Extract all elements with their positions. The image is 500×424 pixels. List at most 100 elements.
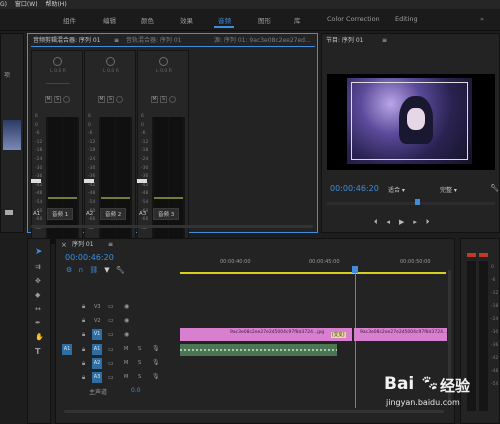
workspace-tab-audio[interactable]: 音频: [218, 15, 231, 25]
solo-track-button[interactable]: S: [138, 360, 141, 366]
mute-button[interactable]: M: [45, 96, 52, 103]
nest-icon[interactable]: ⚙: [66, 266, 78, 274]
record-icon[interactable]: [63, 96, 70, 103]
workspace-tab-color-correction[interactable]: Color Correction: [327, 15, 380, 23]
pen-tool-icon[interactable]: ✒: [35, 319, 41, 327]
zoom-select[interactable]: 适合 ▾: [388, 185, 405, 194]
lock-icon[interactable]: 🔒︎: [82, 374, 85, 382]
menu-clipped[interactable]: G): [0, 1, 7, 8]
menu-window[interactable]: 窗口(W): [15, 1, 38, 8]
eye-icon[interactable]: ◉: [124, 331, 129, 338]
lock-icon[interactable]: 🔒︎: [82, 331, 85, 339]
program-timecode[interactable]: 00:00:46:20: [330, 184, 379, 193]
solo-track-button[interactable]: S: [138, 346, 141, 352]
video-clip-2[interactable]: 9ac3e08c2ee27e2d5004c97f8d3724...jpg: [354, 328, 454, 341]
lock-icon[interactable]: 🔒︎: [82, 360, 85, 368]
linked-icon[interactable]: ⛓: [89, 266, 104, 274]
playhead-handle[interactable]: [352, 266, 358, 273]
marker-icon[interactable]: ▼: [104, 266, 115, 274]
channel-name-a3[interactable]: 音频 3: [153, 208, 180, 220]
panel-menu-icon[interactable]: ≡: [382, 37, 387, 44]
track-label-a3[interactable]: A3: [92, 372, 102, 383]
pan-knob[interactable]: [159, 57, 168, 66]
channel-name-a2[interactable]: 音频 2: [100, 208, 127, 220]
close-icon[interactable]: ×: [61, 241, 67, 249]
workspace-overflow-icon[interactable]: »: [480, 15, 484, 23]
play-icon[interactable]: ▶: [399, 218, 413, 226]
workspace-tab-editing-en[interactable]: Editing: [395, 15, 418, 23]
panel-menu-icon[interactable]: ≡: [108, 241, 113, 248]
record-icon[interactable]: [169, 96, 176, 103]
mixer-tab-track[interactable]: 音轨混合器: 序列 01: [126, 36, 181, 45]
eye-icon[interactable]: ◉: [124, 303, 129, 310]
mic-icon[interactable]: 🎙︎: [152, 345, 160, 352]
pan-knob[interactable]: [53, 57, 62, 66]
track-label-v1[interactable]: V1: [92, 329, 102, 340]
program-timebar[interactable]: [327, 202, 495, 205]
mic-icon[interactable]: 🎙︎: [152, 373, 160, 380]
step-back-icon[interactable]: ◂: [387, 218, 400, 226]
menu-help[interactable]: 帮助(H): [45, 1, 66, 8]
channel-name-a1[interactable]: 音频 1: [47, 208, 74, 220]
snap-icon[interactable]: ∩: [78, 266, 89, 274]
track-select-tool-icon[interactable]: ⇉: [35, 263, 41, 271]
folder-icon[interactable]: [5, 210, 13, 215]
mute-track-button[interactable]: M: [124, 346, 128, 352]
solo-track-button[interactable]: S: [138, 374, 141, 380]
solo-button[interactable]: S: [54, 96, 61, 103]
wrench-icon[interactable]: 🔧︎: [116, 266, 131, 274]
mute-button[interactable]: M: [98, 96, 105, 103]
timeline-tab[interactable]: 序列 01: [72, 240, 94, 249]
sync-icon[interactable]: ▭: [108, 303, 114, 310]
type-tool-icon[interactable]: T: [35, 347, 40, 356]
track-label-a1[interactable]: A1: [92, 344, 102, 355]
workspace-tab-editing[interactable]: 编辑: [103, 15, 116, 25]
project-thumbnail[interactable]: [3, 120, 21, 150]
solo-button[interactable]: S: [160, 96, 167, 103]
panel-menu-icon[interactable]: ≡: [114, 37, 119, 44]
lock-icon[interactable]: 🔒︎: [82, 317, 85, 325]
razor-tool-icon[interactable]: ◆: [35, 291, 40, 299]
quality-select[interactable]: 完整 ▾: [440, 185, 457, 194]
workspace-tab-libraries[interactable]: 库: [294, 15, 301, 25]
mixer-tab-source[interactable]: 源: 序列 01: 9ac3e08c2ee27ed...: [214, 36, 311, 45]
workspace-tab-color[interactable]: 颜色: [141, 15, 154, 25]
program-video-frame[interactable]: [327, 74, 495, 170]
sync-icon[interactable]: ▭: [108, 331, 114, 338]
mixer-tab-active[interactable]: 音频剪辑混合器: 序列 01: [33, 36, 100, 45]
track-label-a2[interactable]: A2: [92, 358, 102, 369]
eye-icon[interactable]: ◉: [124, 317, 129, 324]
hand-tool-icon[interactable]: ✋: [35, 333, 44, 341]
ripple-edit-tool-icon[interactable]: ✥: [35, 277, 41, 285]
lock-icon[interactable]: 🔒︎: [82, 303, 85, 311]
slip-tool-icon[interactable]: ↔: [35, 305, 41, 313]
timeline-timecode[interactable]: 00:00:46:20: [65, 253, 114, 262]
solo-button[interactable]: S: [107, 96, 114, 103]
mic-icon[interactable]: 🎙︎: [152, 359, 160, 366]
pan-knob[interactable]: [106, 57, 115, 66]
mixer-scrollbar[interactable]: [31, 225, 313, 228]
transition-badge[interactable]: [交叉]: [331, 332, 346, 338]
mute-track-button[interactable]: M: [124, 374, 128, 380]
mark-out-icon[interactable]: ⏵: [426, 218, 439, 226]
mute-track-button[interactable]: M: [124, 360, 128, 366]
wrench-icon[interactable]: 🔧︎: [490, 184, 499, 192]
sync-icon[interactable]: ▭: [108, 360, 114, 367]
sync-icon[interactable]: ▭: [108, 374, 114, 381]
mark-in-icon[interactable]: ⏴: [374, 218, 387, 226]
lock-icon[interactable]: 🔒︎: [82, 346, 85, 354]
workspace-tab-assembly[interactable]: 组件: [63, 15, 76, 25]
sync-icon[interactable]: ▭: [108, 317, 114, 324]
step-forward-icon[interactable]: ▸: [413, 218, 426, 226]
fader-handle[interactable]: [137, 179, 147, 183]
master-track-value[interactable]: 0.0: [131, 387, 141, 394]
sync-icon[interactable]: ▭: [108, 346, 114, 353]
mute-button[interactable]: M: [151, 96, 158, 103]
audio-clip-1[interactable]: [180, 344, 337, 356]
fader-handle[interactable]: [84, 179, 94, 183]
fader-handle[interactable]: [31, 179, 41, 183]
record-icon[interactable]: [116, 96, 123, 103]
program-playhead[interactable]: [415, 199, 420, 205]
workspace-tab-graphics[interactable]: 图形: [258, 15, 271, 25]
program-title[interactable]: 节目: 序列 01: [326, 36, 363, 45]
